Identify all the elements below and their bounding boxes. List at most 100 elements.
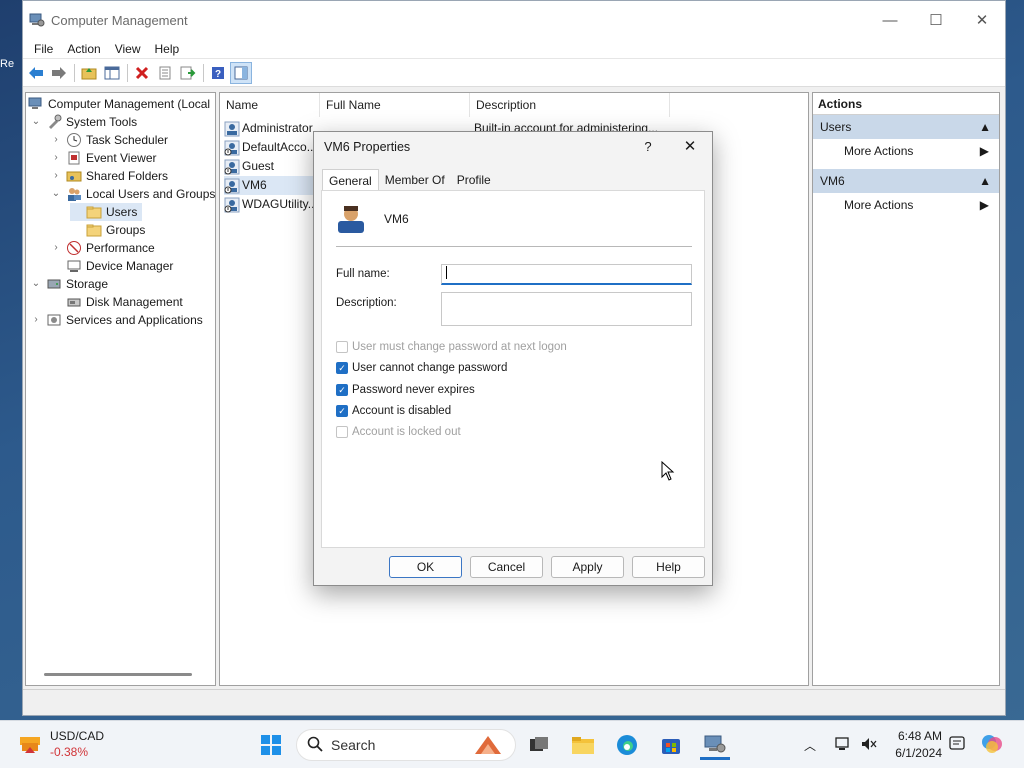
status-bar — [23, 689, 1005, 715]
tree-device-manager[interactable]: Device Manager — [50, 257, 173, 275]
back-icon[interactable] — [25, 62, 47, 84]
chevron-down-icon[interactable]: ⌄ — [30, 275, 42, 293]
column-header-name[interactable]: Name — [220, 93, 320, 117]
actions-section-vm6[interactable]: VM6 ▲ — [813, 169, 999, 193]
menu-file[interactable]: File — [27, 42, 60, 56]
dialog-close-button[interactable]: ✕ — [668, 132, 712, 162]
tree-groups[interactable]: Groups — [70, 221, 145, 239]
notification-icon[interactable] — [948, 735, 966, 756]
tree-shared-folders[interactable]: › Shared Folders — [50, 167, 168, 185]
actions-section-users[interactable]: Users ▲ — [813, 115, 999, 139]
checkbox-account-locked-out[interactable]: Account is locked out — [336, 424, 461, 440]
divider — [336, 246, 692, 247]
clock-date[interactable]: 6/1/2024 — [886, 746, 942, 760]
help-icon[interactable]: ? — [207, 62, 229, 84]
tree-disk-management[interactable]: Disk Management — [50, 293, 183, 311]
start-icon[interactable] — [256, 730, 286, 760]
horizontal-scrollbar[interactable] — [44, 673, 192, 676]
show-hidden-icons-icon[interactable]: ︿ — [804, 737, 816, 754]
menu-action[interactable]: Action — [60, 42, 107, 56]
menu-view[interactable]: View — [108, 42, 148, 56]
file-explorer-icon[interactable] — [568, 730, 598, 760]
currency-widget-icon[interactable] — [18, 733, 42, 760]
user-avatar-icon — [336, 203, 368, 238]
toolbar-separator — [127, 63, 128, 82]
tab-member-of[interactable]: Member Of — [379, 169, 451, 191]
list-item[interactable]: DefaultAcco... — [224, 138, 317, 157]
column-header-full-name[interactable]: Full Name — [320, 93, 470, 117]
computer-management-taskbar-icon[interactable] — [700, 730, 730, 760]
toolbar-separator — [203, 63, 204, 82]
chevron-right-icon[interactable]: › — [50, 239, 62, 257]
chevron-down-icon[interactable]: ⌄ — [50, 185, 62, 203]
full-name-field[interactable] — [441, 264, 692, 285]
collapse-icon[interactable]: ▲ — [979, 115, 991, 139]
tree-event-viewer[interactable]: › Event Viewer — [50, 149, 156, 167]
store-icon[interactable] — [656, 730, 686, 760]
tab-general[interactable]: General — [322, 169, 379, 191]
tree-system-tools[interactable]: ⌄ System Tools — [30, 113, 137, 131]
svg-text:?: ? — [215, 69, 221, 80]
show-hide-tree-icon[interactable] — [101, 62, 123, 84]
close-button[interactable]: ✕ — [959, 1, 1005, 39]
network-icon[interactable] — [834, 735, 852, 756]
tree-performance[interactable]: › Performance — [50, 239, 155, 257]
properties-icon[interactable] — [154, 62, 176, 84]
edge-browser-icon[interactable] — [612, 730, 642, 760]
menu-help[interactable]: Help — [148, 42, 187, 56]
chevron-right-icon[interactable]: › — [30, 311, 42, 329]
checkbox-unchecked[interactable] — [336, 426, 348, 438]
clock-time[interactable]: 6:48 AM — [892, 729, 942, 743]
action-more-actions-users[interactable]: More Actions ▶ — [813, 139, 999, 163]
list-item[interactable]: WDAGUtility... — [224, 195, 318, 214]
tree-storage[interactable]: ⌄ Storage — [30, 275, 108, 293]
minimize-button[interactable]: — — [867, 1, 913, 39]
list-item[interactable]: Guest — [224, 157, 274, 176]
forward-icon[interactable] — [48, 62, 70, 84]
user-icon — [224, 121, 240, 137]
checkmark-icon[interactable]: ✓ — [336, 405, 348, 417]
list-item-selected[interactable]: VM6 — [224, 176, 318, 195]
ok-button[interactable]: OK — [389, 556, 462, 578]
checkbox-password-never-expires[interactable]: ✓ Password never expires — [336, 382, 475, 398]
up-folder-icon[interactable] — [78, 62, 100, 84]
export-list-icon[interactable] — [177, 62, 199, 84]
checkbox-unchecked[interactable] — [336, 341, 348, 353]
collapse-icon[interactable]: ▲ — [979, 169, 991, 193]
taskbar-search[interactable]: Search — [296, 729, 516, 761]
delete-icon[interactable] — [131, 62, 153, 84]
maximize-button[interactable]: ☐ — [913, 1, 959, 39]
help-button[interactable]: Help — [632, 556, 705, 578]
checkbox-cannot-change-password[interactable]: ✓ User cannot change password — [336, 360, 507, 376]
tree-local-users-groups[interactable]: ⌄ Local Users and Groups — [50, 185, 215, 203]
widget-title[interactable]: USD/CAD — [50, 729, 104, 743]
general-tab-panel: VM6 Full name: Description: User must ch… — [321, 190, 705, 548]
dialog-title: VM6 Properties — [324, 140, 411, 154]
apply-button[interactable]: Apply — [551, 556, 624, 578]
chevron-right-icon[interactable]: › — [50, 131, 62, 149]
checkmark-icon[interactable]: ✓ — [336, 362, 348, 374]
computer-icon — [28, 96, 44, 112]
tree-root[interactable]: Computer Management (Local — [28, 95, 210, 113]
chevron-right-icon[interactable]: › — [50, 167, 62, 185]
tree-users[interactable]: Users — [70, 203, 142, 221]
task-view-icon[interactable] — [524, 730, 554, 760]
checkbox-account-disabled[interactable]: ✓ Account is disabled — [336, 403, 451, 419]
column-header-description[interactable]: Description — [470, 93, 670, 117]
show-action-pane-icon[interactable] — [230, 61, 252, 84]
cancel-button[interactable]: Cancel — [470, 556, 543, 578]
volume-muted-icon[interactable] — [860, 735, 878, 756]
checkmark-icon[interactable]: ✓ — [336, 384, 348, 396]
checkbox-must-change-password[interactable]: User must change password at next logon — [336, 339, 567, 355]
list-item[interactable]: Administrator — [224, 119, 313, 138]
tree-services-apps[interactable]: › Services and Applications — [30, 311, 202, 329]
tab-profile[interactable]: Profile — [451, 169, 497, 191]
user-disabled-icon — [224, 159, 240, 175]
dialog-help-button[interactable]: ? — [628, 132, 668, 162]
description-field[interactable] — [441, 292, 692, 326]
chevron-down-icon[interactable]: ⌄ — [30, 113, 42, 131]
tree-task-scheduler[interactable]: › Task Scheduler — [50, 131, 168, 149]
copilot-icon[interactable] — [980, 732, 1004, 759]
action-more-actions-vm6[interactable]: More Actions ▶ — [813, 193, 999, 217]
chevron-right-icon[interactable]: › — [50, 149, 62, 167]
